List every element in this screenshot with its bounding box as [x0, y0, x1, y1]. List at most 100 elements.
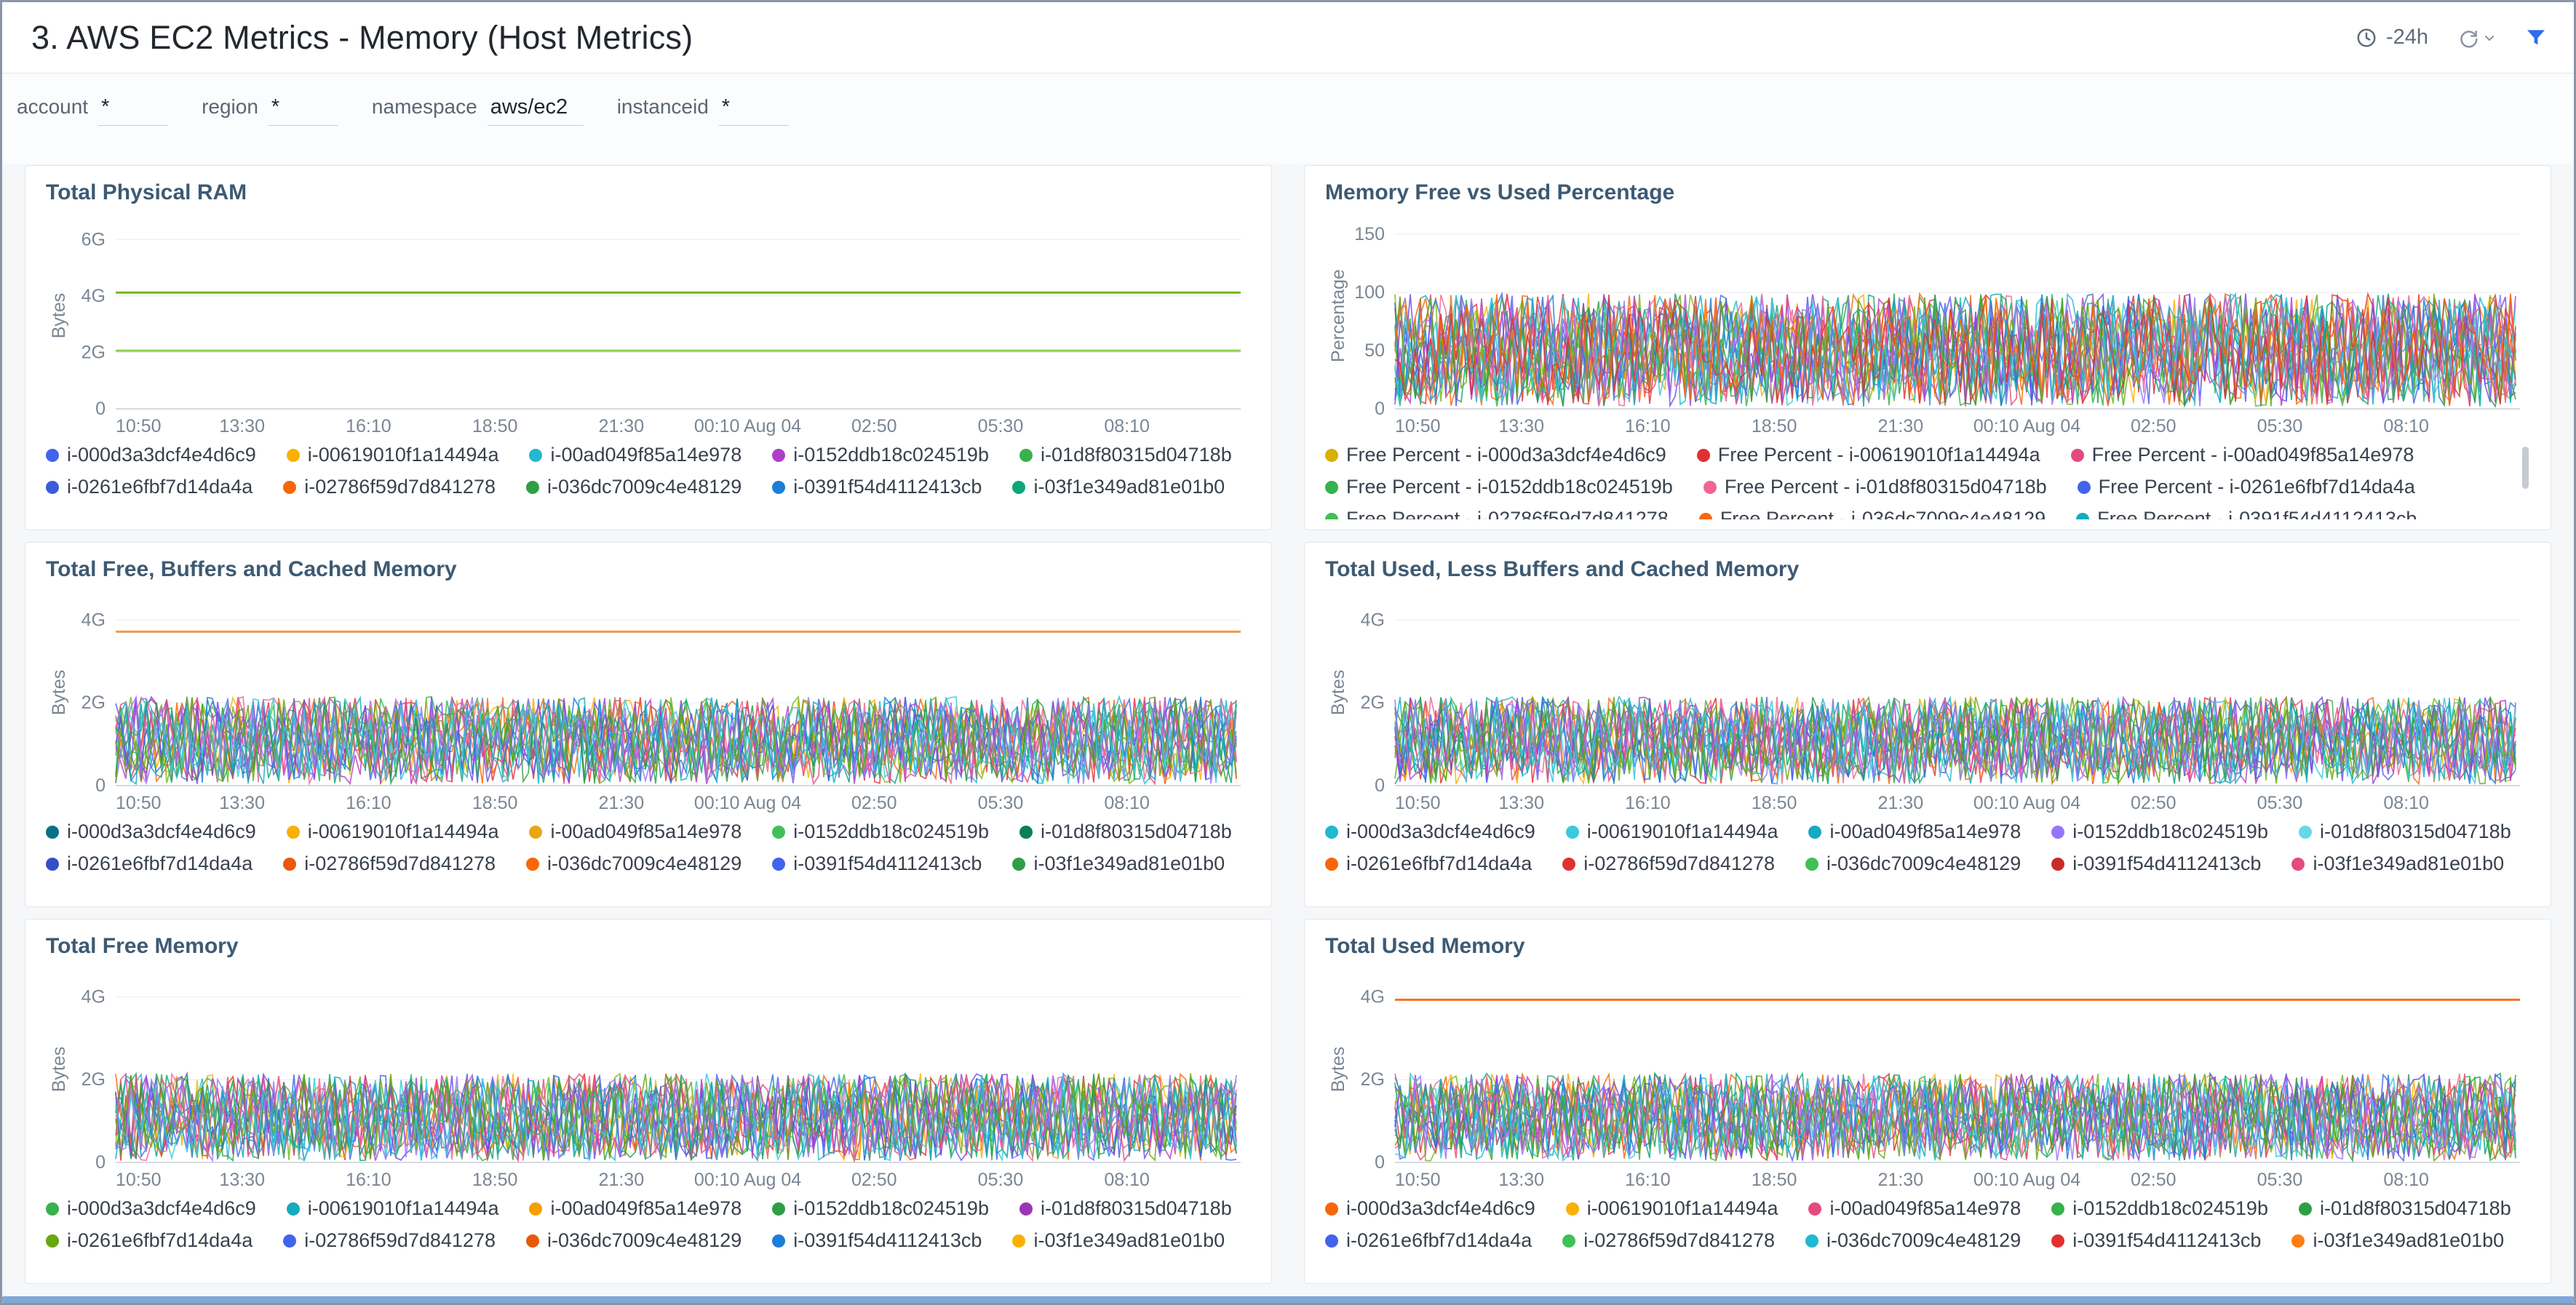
- chart-panel: Total Free, Buffers and Cached Memory 02…: [25, 542, 1272, 907]
- chart-legend: i-000d3a3dcf4e4d6c9 i-00619010f1a14494a i-…: [46, 444, 1251, 498]
- svg-text:16:10: 16:10: [1625, 793, 1671, 813]
- legend-item[interactable]: i-02786f59d7d841278: [283, 853, 496, 875]
- legend-item[interactable]: i-01d8f80315d04718b: [1019, 821, 1232, 843]
- legend-item[interactable]: i-00619010f1a14494a: [287, 444, 499, 466]
- legend-item[interactable]: i-03f1e349ad81e01b0: [1012, 1229, 1225, 1252]
- chart-area[interactable]: 02G4G6GBytes10:5013:3016:1018:5021:3000:…: [46, 212, 1251, 438]
- legend-item[interactable]: Free Percent - i-00ad049f85a14e978: [2071, 444, 2414, 466]
- legend-item[interactable]: i-000d3a3dcf4e4d6c9: [46, 444, 256, 466]
- page-title: 3. AWS EC2 Metrics - Memory (Host Metric…: [31, 19, 2356, 57]
- legend-item[interactable]: i-0261e6fbf7d14da4a: [46, 853, 253, 875]
- legend-label: i-0261e6fbf7d14da4a: [1346, 853, 1532, 875]
- legend-item[interactable]: i-0261e6fbf7d14da4a: [46, 1229, 253, 1252]
- chart-area[interactable]: 050100150Percentage10:5013:3016:1018:502…: [1325, 212, 2530, 438]
- legend-item[interactable]: i-00ad049f85a14e978: [529, 1197, 742, 1220]
- svg-text:02:50: 02:50: [2131, 1170, 2177, 1190]
- legend-item[interactable]: i-000d3a3dcf4e4d6c9: [1325, 821, 1535, 843]
- legend-item[interactable]: i-03f1e349ad81e01b0: [2291, 853, 2504, 875]
- filter-label: region: [202, 95, 258, 119]
- horizontal-scrollbar[interactable]: [2, 1296, 2574, 1303]
- svg-text:Bytes: Bytes: [49, 670, 69, 716]
- series-color-dot: [1697, 449, 1710, 462]
- legend-label: i-0261e6fbf7d14da4a: [67, 853, 253, 875]
- legend-item[interactable]: i-00ad049f85a14e978: [529, 821, 742, 843]
- legend-item[interactable]: i-02786f59d7d841278: [1562, 853, 1775, 875]
- legend-item[interactable]: i-0391f54d4112413cb: [772, 476, 982, 498]
- legend-item[interactable]: i-00ad049f85a14e978: [1808, 1197, 2021, 1220]
- legend-item[interactable]: i-00619010f1a14494a: [1566, 821, 1778, 843]
- legend-label: Free Percent - i-00619010f1a14494a: [1718, 444, 2040, 466]
- series-color-dot: [1012, 1234, 1025, 1248]
- legend-item[interactable]: i-0391f54d4112413cb: [2051, 1229, 2261, 1252]
- chart-area[interactable]: 02G4GBytes10:5013:3016:1018:5021:3000:10…: [1325, 966, 2530, 1192]
- legend-item[interactable]: i-0261e6fbf7d14da4a: [1325, 1229, 1532, 1252]
- legend-item[interactable]: i-0152ddb18c024519b: [2051, 1197, 2268, 1220]
- legend-label: i-03f1e349ad81e01b0: [2313, 853, 2504, 875]
- svg-text:21:30: 21:30: [599, 793, 645, 813]
- refresh-control[interactable]: [2457, 27, 2495, 49]
- legend-item[interactable]: i-036dc7009c4e48129: [526, 853, 742, 875]
- legend-item[interactable]: i-03f1e349ad81e01b0: [2291, 1229, 2504, 1252]
- legend-item[interactable]: Free Percent - i-000d3a3dcf4e4d6c9: [1325, 444, 1666, 466]
- svg-text:02:50: 02:50: [851, 793, 897, 813]
- series-color-dot: [1805, 858, 1818, 871]
- legend-item[interactable]: i-00619010f1a14494a: [287, 1197, 499, 1220]
- legend-scrollbar-thumb[interactable]: [2522, 447, 2529, 489]
- legend-item[interactable]: i-02786f59d7d841278: [283, 1229, 496, 1252]
- legend-item[interactable]: i-036dc7009c4e48129: [526, 476, 742, 498]
- legend-item[interactable]: i-036dc7009c4e48129: [1805, 1229, 2021, 1252]
- legend-item[interactable]: i-00619010f1a14494a: [287, 821, 499, 843]
- legend-item[interactable]: i-000d3a3dcf4e4d6c9: [46, 821, 256, 843]
- legend-item[interactable]: i-0261e6fbf7d14da4a: [1325, 853, 1532, 875]
- account-filter-input[interactable]: [98, 94, 168, 126]
- series-color-dot: [287, 1202, 300, 1216]
- legend-item[interactable]: Free Percent - i-0152ddb18c024519b: [1325, 476, 1673, 498]
- namespace-filter-input[interactable]: [488, 94, 584, 126]
- time-range-control[interactable]: -24h: [2356, 25, 2428, 49]
- instanceid-filter-input[interactable]: [719, 94, 789, 126]
- legend-item[interactable]: i-01d8f80315d04718b: [2299, 1197, 2511, 1220]
- svg-text:00:10 Aug 04: 00:10 Aug 04: [694, 416, 801, 436]
- svg-text:00:10 Aug 04: 00:10 Aug 04: [1973, 1170, 2080, 1190]
- legend-item[interactable]: Free Percent - i-01d8f80315d04718b: [1704, 476, 2047, 498]
- legend-label: i-03f1e349ad81e01b0: [2313, 1229, 2504, 1252]
- chart-area[interactable]: 02G4GBytes10:5013:3016:1018:5021:3000:10…: [46, 966, 1251, 1192]
- legend-item[interactable]: i-0391f54d4112413cb: [772, 1229, 982, 1252]
- svg-text:08:10: 08:10: [1104, 416, 1150, 436]
- series-color-dot: [1325, 1234, 1338, 1248]
- legend-item[interactable]: i-01d8f80315d04718b: [1019, 444, 1232, 466]
- series-color-dot: [772, 481, 785, 494]
- series-color-dot: [46, 858, 59, 871]
- legend-item[interactable]: Free Percent - i-0391f54d4112413cb: [2076, 508, 2417, 519]
- region-filter-input[interactable]: [269, 94, 338, 126]
- legend-item[interactable]: Free Percent - i-00619010f1a14494a: [1697, 444, 2040, 466]
- legend-item[interactable]: Free Percent - i-0261e6fbf7d14da4a: [2078, 476, 2415, 498]
- legend-item[interactable]: i-00ad049f85a14e978: [1808, 821, 2021, 843]
- legend-item[interactable]: i-000d3a3dcf4e4d6c9: [1325, 1197, 1535, 1220]
- legend-item[interactable]: i-0152ddb18c024519b: [2051, 821, 2268, 843]
- legend-item[interactable]: Free Percent - i-02786f59d7d841278: [1325, 508, 1669, 519]
- legend-item[interactable]: i-0391f54d4112413cb: [772, 853, 982, 875]
- legend-item[interactable]: i-0152ddb18c024519b: [772, 444, 989, 466]
- legend-item[interactable]: i-0261e6fbf7d14da4a: [46, 476, 253, 498]
- legend-item[interactable]: i-03f1e349ad81e01b0: [1012, 853, 1225, 875]
- legend-label: i-00619010f1a14494a: [1587, 821, 1778, 843]
- legend-item[interactable]: i-02786f59d7d841278: [283, 476, 496, 498]
- legend-item[interactable]: i-0152ddb18c024519b: [772, 821, 989, 843]
- legend-item[interactable]: i-0391f54d4112413cb: [2051, 853, 2261, 875]
- svg-text:0: 0: [95, 775, 106, 796]
- legend-item[interactable]: i-03f1e349ad81e01b0: [1012, 476, 1225, 498]
- legend-item[interactable]: i-036dc7009c4e48129: [1805, 853, 2021, 875]
- legend-item[interactable]: i-00ad049f85a14e978: [529, 444, 742, 466]
- legend-item[interactable]: i-0152ddb18c024519b: [772, 1197, 989, 1220]
- legend-item[interactable]: i-01d8f80315d04718b: [2299, 821, 2511, 843]
- legend-item[interactable]: i-02786f59d7d841278: [1562, 1229, 1775, 1252]
- legend-item[interactable]: Free Percent - i-036dc7009c4e48129: [1699, 508, 2046, 519]
- filter-icon[interactable]: [2524, 26, 2548, 49]
- legend-item[interactable]: i-01d8f80315d04718b: [1019, 1197, 1232, 1220]
- legend-item[interactable]: i-036dc7009c4e48129: [526, 1229, 742, 1252]
- legend-item[interactable]: i-000d3a3dcf4e4d6c9: [46, 1197, 256, 1220]
- legend-item[interactable]: i-00619010f1a14494a: [1566, 1197, 1778, 1220]
- chart-area[interactable]: 02G4GBytes10:5013:3016:1018:5021:3000:10…: [46, 589, 1251, 815]
- chart-area[interactable]: 02G4GBytes10:5013:3016:1018:5021:3000:10…: [1325, 589, 2530, 815]
